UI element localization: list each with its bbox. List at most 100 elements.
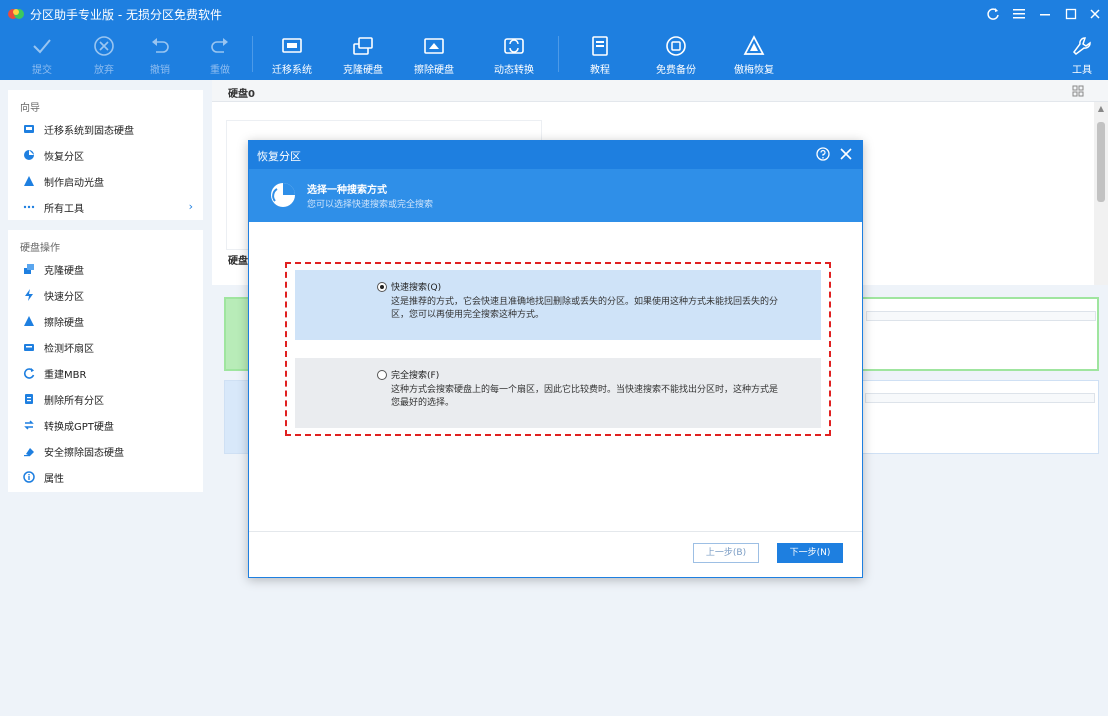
- wipe-disk-icon: [22, 314, 36, 328]
- sidebar-item-all-tools[interactable]: 所有工具 ›: [8, 194, 203, 220]
- maximize-button[interactable]: [1060, 4, 1082, 24]
- hamburger-menu-icon: [1013, 9, 1025, 19]
- sidebar-item-convert-gpt[interactable]: 转换成GPT硬盘: [8, 412, 203, 438]
- quick-search-option[interactable]: 快速搜索(Q) 这是推荐的方式，它会快速且准确地找回删除或丢失的分区。如果使用这…: [295, 270, 821, 340]
- banner-title: 选择一种搜索方式: [307, 185, 387, 196]
- free-backup-icon: [666, 36, 686, 56]
- undo-icon: [152, 38, 169, 53]
- disk0-label: 硬盘0: [228, 89, 255, 100]
- dialog-footer-divider: [249, 531, 862, 532]
- toolbar-tools[interactable]: 工具: [1054, 30, 1108, 78]
- wipe-disk-icon: [424, 38, 444, 54]
- dialog-banner: 选择一种搜索方式 您可以选择快速搜索或完全搜索: [249, 169, 862, 222]
- toolbar-commit[interactable]: 提交: [12, 30, 72, 78]
- delete-partitions-icon: [22, 392, 36, 406]
- recover-partition-icon: [22, 148, 36, 162]
- refresh-button[interactable]: [982, 4, 1004, 24]
- toolbar-separator: [252, 36, 253, 72]
- sidebar-item-delete-partitions[interactable]: 删除所有分区: [8, 386, 203, 412]
- toolbar-migrate-system[interactable]: 迁移系统: [262, 30, 322, 78]
- chevron-right-icon: ›: [188, 200, 193, 213]
- tutorial-icon: [592, 36, 608, 56]
- radio-selected-icon: [377, 281, 387, 292]
- bad-sector-icon: [22, 340, 36, 354]
- toolbar-wipe-disk[interactable]: 擦除硬盘: [404, 30, 464, 78]
- more-dots-icon: [22, 200, 36, 214]
- migrate-ssd-icon: [22, 122, 36, 136]
- maximize-icon: [1065, 8, 1077, 20]
- search-options-highlight: 快速搜索(Q) 这是推荐的方式，它会快速且准确地找回删除或丢失的分区。如果使用这…: [285, 262, 831, 436]
- sidebar-item-recover-partition[interactable]: 恢复分区: [8, 142, 203, 168]
- dynamic-convert-icon: [504, 38, 524, 54]
- quick-search-description: 这是推荐的方式，它会快速且准确地找回删除或丢失的分区。如果使用这种方式未能找回丢…: [391, 297, 779, 320]
- clone-disk-icon: [22, 262, 36, 276]
- prev-button[interactable]: 上一步(B): [693, 543, 759, 563]
- toolbar-aomei-recovery[interactable]: 傲梅恢复: [724, 30, 784, 78]
- app-title: 分区助手专业版 - 无损分区免费软件: [30, 8, 222, 22]
- sidebar-item-rebuild-mbr[interactable]: 重建MBR: [8, 360, 203, 386]
- clone-disk-icon: [353, 37, 373, 55]
- app-logo-icon: [8, 9, 24, 19]
- toolbar-undo[interactable]: 撤销: [130, 30, 190, 78]
- app-header: 分区助手专业版 - 无损分区免费软件 提交 放弃 撤销 重做 迁移系统 克隆硬盘…: [0, 0, 1108, 80]
- cancel-circle-icon: [94, 36, 114, 56]
- partition-color-strip: [226, 299, 250, 369]
- minimize-icon: [1040, 14, 1050, 16]
- sidebar-item-bad-sector[interactable]: 检测坏扇区: [8, 334, 203, 360]
- toolbar-tutorial[interactable]: 教程: [570, 30, 630, 78]
- wizard-heading: 向导: [20, 103, 40, 114]
- sidebar-item-clone-disk[interactable]: 克隆硬盘: [8, 256, 203, 282]
- dialog-title: 恢复分区: [257, 150, 301, 163]
- help-icon[interactable]: [816, 147, 830, 161]
- recover-partition-dialog: 恢复分区 选择一种搜索方式 您可以选择快速搜索或完全搜索 快速搜索(Q) 这是推…: [248, 140, 863, 578]
- disk-ops-panel: 硬盘操作 克隆硬盘 快速分区 擦除硬盘 检测坏扇区 重建MBR 删除所有分区 转…: [8, 230, 203, 492]
- partition-color-strip: [225, 381, 249, 453]
- toolbar: 提交 放弃 撤销 重做 迁移系统 克隆硬盘 擦除硬盘 动态转换 教程 免费备份 …: [0, 30, 1108, 78]
- toolbar-redo[interactable]: 重做: [190, 30, 250, 78]
- next-button[interactable]: 下一步(N): [777, 543, 843, 563]
- convert-gpt-icon: [22, 418, 36, 432]
- tools-icon: [1073, 37, 1091, 55]
- sidebar-item-wipe-disk[interactable]: 擦除硬盘: [8, 308, 203, 334]
- sidebar-item-migrate-ssd[interactable]: 迁移系统到固态硬盘: [8, 116, 203, 142]
- secure-erase-icon: [22, 444, 36, 458]
- scroll-thumb[interactable]: [1097, 122, 1105, 202]
- quick-search-radio[interactable]: 快速搜索(Q): [377, 280, 441, 293]
- toolbar-dynamic-convert[interactable]: 动态转换: [484, 30, 544, 78]
- disk-header: 硬盘0: [212, 80, 1108, 102]
- full-search-radio[interactable]: 完全搜索(F): [377, 368, 439, 381]
- view-toggle-icon[interactable]: [1072, 85, 1084, 97]
- rebuild-mbr-icon: [22, 366, 36, 380]
- partition-usage-bar: [865, 393, 1095, 403]
- refresh-icon: [987, 8, 999, 20]
- quick-partition-icon: [22, 288, 36, 302]
- bootable-media-icon: [22, 174, 36, 188]
- minimize-button[interactable]: [1034, 4, 1056, 24]
- sidebar-item-bootable-media[interactable]: 制作启动光盘: [8, 168, 203, 194]
- recover-partition-icon: [271, 183, 295, 207]
- banner-subtitle: 您可以选择快速搜索或完全搜索: [307, 200, 434, 210]
- sidebar-item-properties[interactable]: 属性: [8, 464, 203, 490]
- sidebar-item-secure-erase[interactable]: 安全擦除固态硬盘: [8, 438, 203, 464]
- sidebar: 向导 迁移系统到固态硬盘 恢复分区 制作启动光盘 所有工具 › 硬盘操作 克隆硬…: [0, 80, 210, 716]
- properties-icon: [22, 470, 36, 484]
- sidebar-item-quick-partition[interactable]: 快速分区: [8, 282, 203, 308]
- menu-button[interactable]: [1008, 4, 1030, 24]
- toolbar-free-backup[interactable]: 免费备份: [646, 30, 706, 78]
- close-icon[interactable]: [838, 146, 854, 162]
- close-button[interactable]: [1084, 4, 1106, 24]
- disk-ops-heading: 硬盘操作: [20, 243, 60, 254]
- dialog-title-bar: 恢复分区: [249, 141, 862, 169]
- close-icon: [1090, 9, 1100, 19]
- wizard-panel: 向导 迁移系统到固态硬盘 恢复分区 制作启动光盘 所有工具 ›: [8, 90, 203, 220]
- scroll-up-icon[interactable]: ▲: [1097, 104, 1105, 113]
- check-icon: [33, 39, 51, 54]
- redo-icon: [211, 38, 228, 53]
- title-bar: 分区助手专业版 - 无损分区免费软件: [0, 0, 1108, 28]
- radio-unselected-icon: [377, 369, 387, 380]
- toolbar-clone-disk[interactable]: 克隆硬盘: [333, 30, 393, 78]
- full-search-option[interactable]: 完全搜索(F) 这种方式会搜索硬盘上的每一个扇区，因此它比较费时。当快速搜索不能…: [295, 358, 821, 428]
- toolbar-discard[interactable]: 放弃: [74, 30, 134, 78]
- full-search-description: 这种方式会搜索硬盘上的每一个扇区，因此它比较费时。当快速搜索不能找出分区时，这种…: [391, 385, 779, 408]
- toolbar-separator: [558, 36, 559, 72]
